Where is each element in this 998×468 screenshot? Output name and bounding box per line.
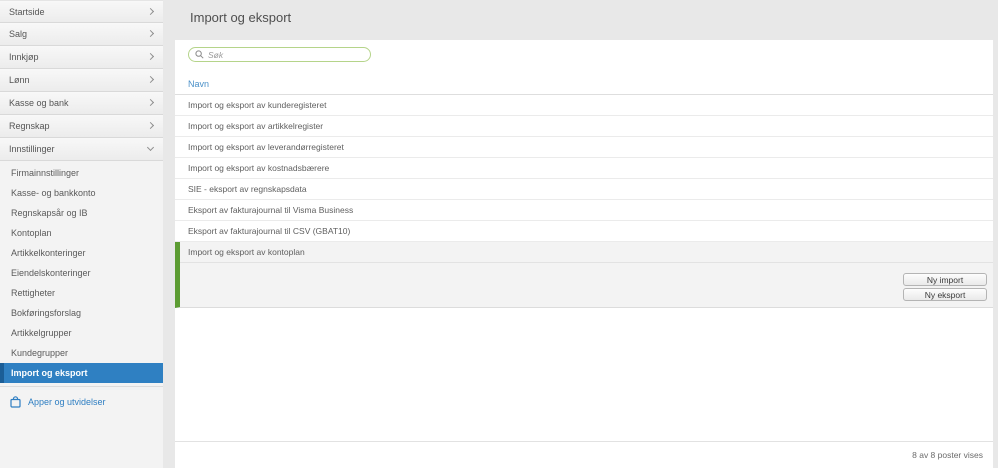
chevron-right-icon: [146, 7, 155, 16]
sidebar-subitem-rettigheter[interactable]: Rettigheter: [0, 283, 163, 303]
sidebar-item-startside[interactable]: Startside: [0, 0, 163, 23]
table-row[interactable]: Eksport av fakturajournal til CSV (GBAT1…: [175, 221, 993, 242]
content-panel: Navn Import og eksport av kunderegistere…: [175, 40, 993, 468]
sidebar-item-innstillinger[interactable]: Innstillinger: [0, 138, 163, 161]
sidebar-subitem-artikkelkonteringer[interactable]: Artikkelkonteringer: [0, 243, 163, 263]
sidebar-item-innkjop[interactable]: Innkjøp: [0, 46, 163, 69]
sidebar: Startside Salg Innkjøp Lønn Kasse og ban…: [0, 0, 163, 468]
search-icon: [195, 50, 204, 59]
table-row-selected[interactable]: Import og eksport av kontoplan: [180, 242, 993, 263]
sidebar-subitem-artikkelgrupper[interactable]: Artikkelgrupper: [0, 323, 163, 343]
sidebar-item-salg[interactable]: Salg: [0, 23, 163, 46]
search-area: [175, 40, 993, 62]
column-header-navn[interactable]: Navn: [188, 79, 209, 89]
chevron-right-icon: [146, 52, 155, 61]
sidebar-item-label: Innkjøp: [9, 52, 39, 62]
sidebar-subitem-firmainnstillinger[interactable]: Firmainnstillinger: [0, 163, 163, 183]
table-rows: Import og eksport av kunderegisteret Imp…: [175, 95, 993, 242]
sidebar-item-label: Kasse og bank: [9, 98, 69, 108]
record-count: 8 av 8 poster vises: [912, 450, 983, 460]
sidebar-item-kasse-og-bank[interactable]: Kasse og bank: [0, 92, 163, 115]
sidebar-item-lonn[interactable]: Lønn: [0, 69, 163, 92]
chevron-right-icon: [146, 75, 155, 84]
shopping-bag-icon: [10, 396, 21, 408]
sidebar-subitem-import-og-eksport[interactable]: Import og eksport: [0, 363, 163, 383]
sidebar-item-label: Innstillinger: [9, 144, 55, 154]
table-row[interactable]: Eksport av fakturajournal til Visma Busi…: [175, 200, 993, 221]
chevron-down-icon: [146, 143, 155, 152]
sidebar-item-label: Startside: [9, 7, 45, 17]
sidebar-subitem-kasse-og-bankkonto[interactable]: Kasse- og bankkonto: [0, 183, 163, 203]
sidebar-subitem-kontoplan[interactable]: Kontoplan: [0, 223, 163, 243]
sidebar-subitem-kundegrupper[interactable]: Kundegrupper: [0, 343, 163, 363]
table-header: Navn: [175, 77, 993, 95]
page-title: Import og eksport: [190, 10, 292, 25]
table-row[interactable]: Import og eksport av artikkelregister: [175, 116, 993, 137]
chevron-right-icon: [146, 121, 155, 130]
selected-row-block: Import og eksport av kontoplan Ny import…: [175, 242, 993, 308]
new-import-button[interactable]: Ny import: [903, 273, 987, 286]
table-row[interactable]: SIE - eksport av regnskapsdata: [175, 179, 993, 200]
sidebar-divider: [0, 386, 163, 387]
panel-footer: 8 av 8 poster vises: [175, 441, 993, 468]
table-row[interactable]: Import og eksport av kostnadsbærere: [175, 158, 993, 179]
chevron-right-icon: [146, 98, 155, 107]
sidebar-item-label: Lønn: [9, 75, 30, 85]
search-input[interactable]: [208, 49, 358, 60]
panel-spacer: [175, 308, 993, 441]
sidebar-subitem-regnskapsar-og-ib[interactable]: Regnskapsår og IB: [0, 203, 163, 223]
sidebar-item-label: Salg: [9, 29, 28, 39]
sidebar-subitem-bokforingsforslag[interactable]: Bokføringsforslag: [0, 303, 163, 323]
table-row[interactable]: Import og eksport av kunderegisteret: [175, 95, 993, 116]
chevron-right-icon: [146, 29, 155, 38]
sidebar-item-label: Regnskap: [9, 121, 50, 131]
sidebar-apps-link[interactable]: Apper og utvidelser: [0, 393, 163, 411]
search-box[interactable]: [188, 47, 371, 62]
app-window: Startside Salg Innkjøp Lønn Kasse og ban…: [0, 0, 998, 468]
sidebar-item-regnskap[interactable]: Regnskap: [0, 115, 163, 138]
apps-link-label: Apper og utvidelser: [28, 397, 106, 407]
row-actions: Ny import Ny eksport: [180, 263, 993, 307]
sidebar-main-nav: Startside Salg Innkjøp Lønn Kasse og ban…: [0, 0, 163, 161]
new-export-button[interactable]: Ny eksport: [903, 288, 987, 301]
sidebar-subitem-eiendelskonteringer[interactable]: Eiendelskonteringer: [0, 263, 163, 283]
table-row[interactable]: Import og eksport av leverandørregistere…: [175, 137, 993, 158]
sidebar-settings-subnav: Firmainnstillinger Kasse- og bankkonto R…: [0, 161, 163, 383]
